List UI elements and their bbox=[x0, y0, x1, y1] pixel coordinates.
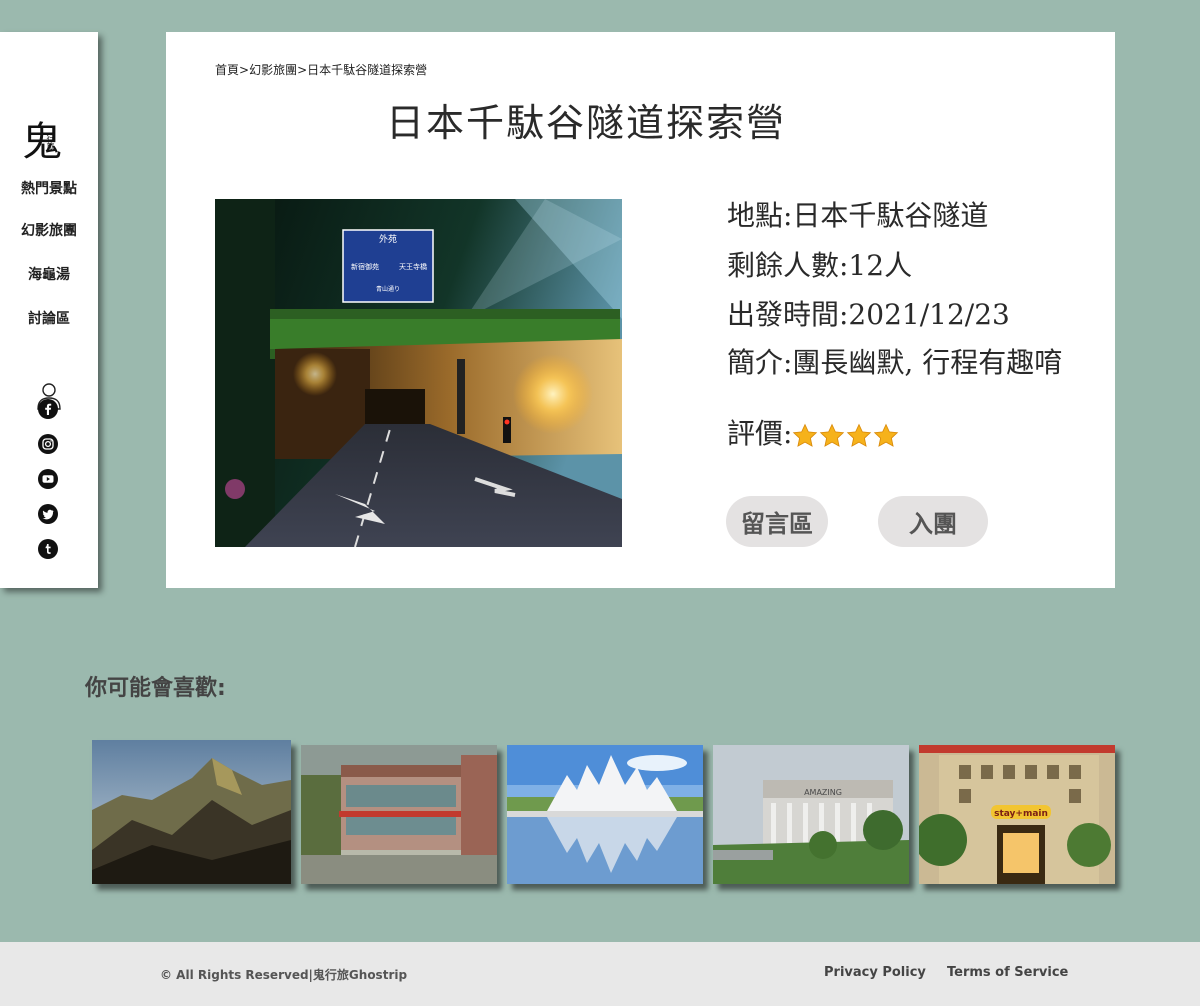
join-tour-button[interactable]: 入團 bbox=[878, 496, 988, 547]
comments-button[interactable]: 留言區 bbox=[726, 496, 828, 547]
recommend-thumbnail-restaurant[interactable] bbox=[301, 745, 497, 884]
sidebar-item-forum[interactable]: 討論區 bbox=[0, 308, 98, 328]
recommend-thumbnail-hotel[interactable]: stay+main bbox=[919, 745, 1115, 884]
tour-departure-date: 出發時間:2021/12/23 bbox=[727, 298, 1010, 331]
sign-text-bottom: 青山通り bbox=[376, 285, 400, 293]
recommend-thumbnail-white-temple[interactable] bbox=[507, 745, 703, 884]
instagram-icon[interactable] bbox=[38, 434, 58, 454]
sign-text-right: 天王寺橋 bbox=[399, 262, 427, 271]
facebook-icon[interactable] bbox=[38, 399, 58, 419]
privacy-policy-link[interactable]: Privacy Policy bbox=[824, 965, 926, 980]
tour-detail-card: 首頁>幻影旅團>日本千駄谷隧道探索營 日本千駄谷隧道探索營 外苑 新宿御苑 天王… bbox=[166, 32, 1115, 588]
twitter-icon[interactable] bbox=[38, 504, 58, 524]
breadcrumb-separator: > bbox=[239, 63, 250, 77]
tour-location: 地點:日本千駄谷隧道 bbox=[727, 199, 989, 232]
sidebar-item-turtle-soup[interactable]: 海龜湯 bbox=[0, 264, 98, 284]
star-icon bbox=[793, 423, 818, 447]
breadcrumb-current: 日本千駄谷隧道探索營 bbox=[307, 63, 428, 77]
tour-rating: 評價: bbox=[727, 412, 899, 452]
sidebar: 鬼 行旅 熱門景點 幻影旅團 海龜湯 討論區 bbox=[0, 32, 98, 588]
breadcrumb-separator: > bbox=[297, 63, 308, 77]
tour-photo: 外苑 新宿御苑 天王寺橋 青山通り bbox=[215, 199, 622, 547]
breadcrumb-home[interactable]: 首頁 bbox=[215, 63, 239, 77]
page-title: 日本千駄谷隧道探索營 bbox=[386, 101, 787, 145]
recommend-thumbnail-memorial-building[interactable]: AMAZING bbox=[713, 745, 909, 884]
sign-text-left: 新宿御苑 bbox=[351, 262, 379, 271]
terms-of-service-link[interactable]: Terms of Service bbox=[947, 965, 1068, 980]
rating-label: 評價: bbox=[727, 417, 793, 450]
sign-text-top: 外苑 bbox=[379, 233, 397, 245]
copyright-text: © All Rights Reserved|鬼行旅Ghostrip bbox=[160, 968, 408, 982]
rating-stars bbox=[792, 423, 899, 449]
footer: © All Rights Reserved|鬼行旅Ghostrip Privac… bbox=[0, 942, 1200, 1006]
logo-subtext: 行旅 bbox=[46, 134, 55, 150]
site-logo[interactable]: 鬼 行旅 bbox=[22, 116, 66, 168]
building-sign-text: AMAZING bbox=[804, 788, 842, 797]
recommendations-title: 你可能會喜歡: bbox=[85, 676, 226, 701]
recommend-thumbnail-mountain[interactable] bbox=[92, 740, 291, 884]
logo-char: 鬼 bbox=[22, 119, 62, 165]
star-icon bbox=[847, 423, 872, 447]
tour-introduction: 簡介:團長幽默, 行程有趣唷 bbox=[727, 346, 1063, 379]
star-icon bbox=[820, 423, 845, 447]
youtube-icon[interactable] bbox=[38, 469, 58, 489]
breadcrumb: 首頁>幻影旅團>日本千駄谷隧道探索營 bbox=[215, 61, 427, 78]
hotel-sign-text: stay+main bbox=[994, 809, 1048, 819]
tumblr-icon[interactable] bbox=[38, 539, 58, 559]
sidebar-item-popular-spots[interactable]: 熱門景點 bbox=[0, 178, 98, 198]
tour-remaining-seats: 剩餘人數:12人 bbox=[727, 249, 913, 282]
breadcrumb-category[interactable]: 幻影旅團 bbox=[249, 63, 297, 77]
star-icon bbox=[874, 423, 899, 447]
sidebar-item-phantom-tours[interactable]: 幻影旅團 bbox=[0, 220, 98, 240]
